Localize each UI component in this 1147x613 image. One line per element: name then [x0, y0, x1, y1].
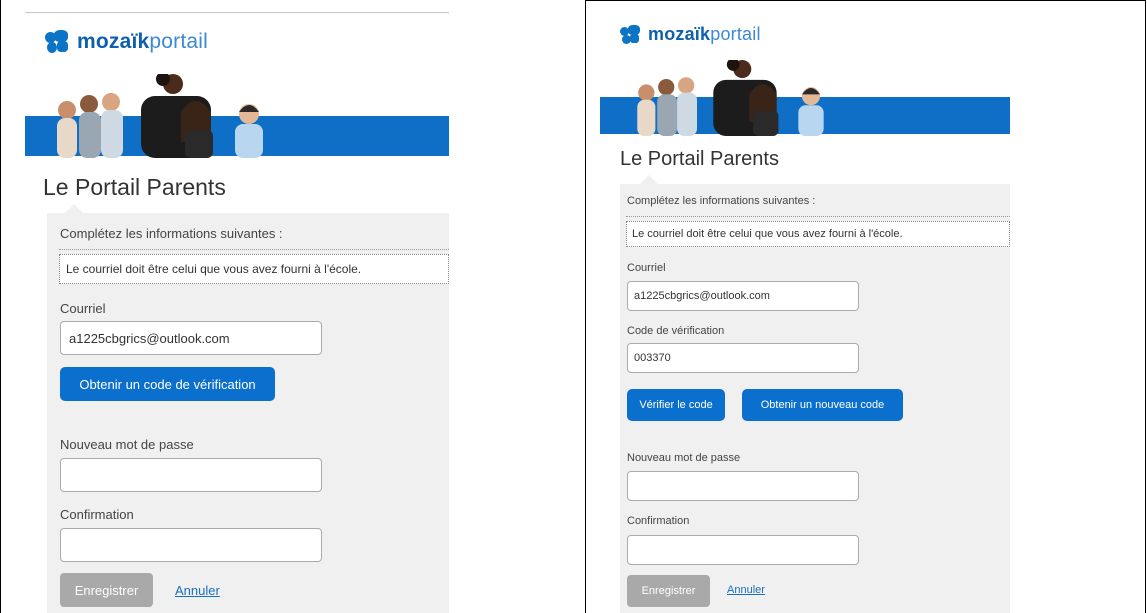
top-border	[25, 12, 449, 13]
logo-mark-icon	[45, 30, 69, 54]
new-password-field[interactable]	[60, 458, 322, 492]
confirmation-label: Confirmation	[60, 507, 134, 522]
logo-mark-icon	[620, 24, 640, 45]
get-verification-code-button[interactable]: Obtenir un code de vérification	[60, 367, 275, 401]
page-title: Le Portail Parents	[43, 174, 226, 200]
screenshot-left: mozaïkportail Le Portail Parents Complét…	[0, 0, 586, 613]
portal-page-left: mozaïkportail Le Portail Parents Complét…	[25, 12, 449, 613]
email-label: Courriel	[60, 301, 106, 316]
verify-code-button[interactable]: Vérifier le code	[627, 389, 725, 421]
intro-text: Complétez les informations suivantes :	[627, 195, 816, 207]
intro-divider	[626, 216, 1010, 217]
logo-wordmark: mozaïkportail	[77, 30, 209, 53]
email-label: Courriel	[627, 262, 666, 274]
cancel-link[interactable]: Annuler	[727, 584, 765, 596]
confirmation-label: Confirmation	[627, 515, 690, 527]
hero-banner	[25, 74, 449, 158]
form-pointer	[640, 175, 658, 184]
form-pointer	[65, 204, 83, 213]
info-message: Le courriel doit être celui que vous ave…	[59, 254, 449, 284]
page-title: Le Portail Parents	[620, 148, 779, 170]
hero-banner	[600, 60, 1010, 136]
top-border	[586, 0, 1145, 1]
save-button[interactable]: Enregistrer	[627, 575, 710, 607]
form-area: Complétez les informations suivantes : L…	[47, 213, 449, 613]
new-password-label: Nouveau mot de passe	[60, 437, 194, 452]
mozaik-logo[interactable]: mozaïkportail	[620, 24, 761, 45]
cancel-link[interactable]: Annuler	[175, 583, 220, 598]
confirmation-field[interactable]	[60, 528, 322, 562]
portal-page-right: mozaïkportail Le Portail Parents Complét…	[600, 2, 1010, 613]
confirmation-field[interactable]	[627, 535, 859, 565]
email-field[interactable]: a1225cbgrics@outlook.com	[627, 281, 859, 311]
get-new-code-button[interactable]: Obtenir un nouveau code	[742, 389, 903, 421]
verification-code-label: Code de vérification	[627, 325, 725, 337]
new-password-label: Nouveau mot de passe	[627, 452, 741, 464]
verification-code-field[interactable]: 003370	[627, 343, 859, 373]
screenshot-right: mozaïkportail Le Portail Parents Complét…	[586, 0, 1146, 613]
form-area: Complétez les informations suivantes : L…	[620, 184, 1010, 613]
mozaik-logo[interactable]: mozaïkportail	[45, 30, 208, 54]
logo-wordmark: mozaïkportail	[648, 24, 761, 44]
save-button[interactable]: Enregistrer	[60, 573, 153, 607]
intro-text: Complétez les informations suivantes :	[60, 226, 283, 241]
email-field[interactable]: a1225cbgrics@outlook.com	[60, 321, 322, 355]
info-message: Le courriel doit être celui que vous ave…	[626, 221, 1010, 247]
family-photo-image	[57, 74, 263, 158]
intro-divider	[59, 249, 449, 250]
new-password-field[interactable]	[627, 471, 859, 501]
family-photo-image	[637, 60, 824, 136]
